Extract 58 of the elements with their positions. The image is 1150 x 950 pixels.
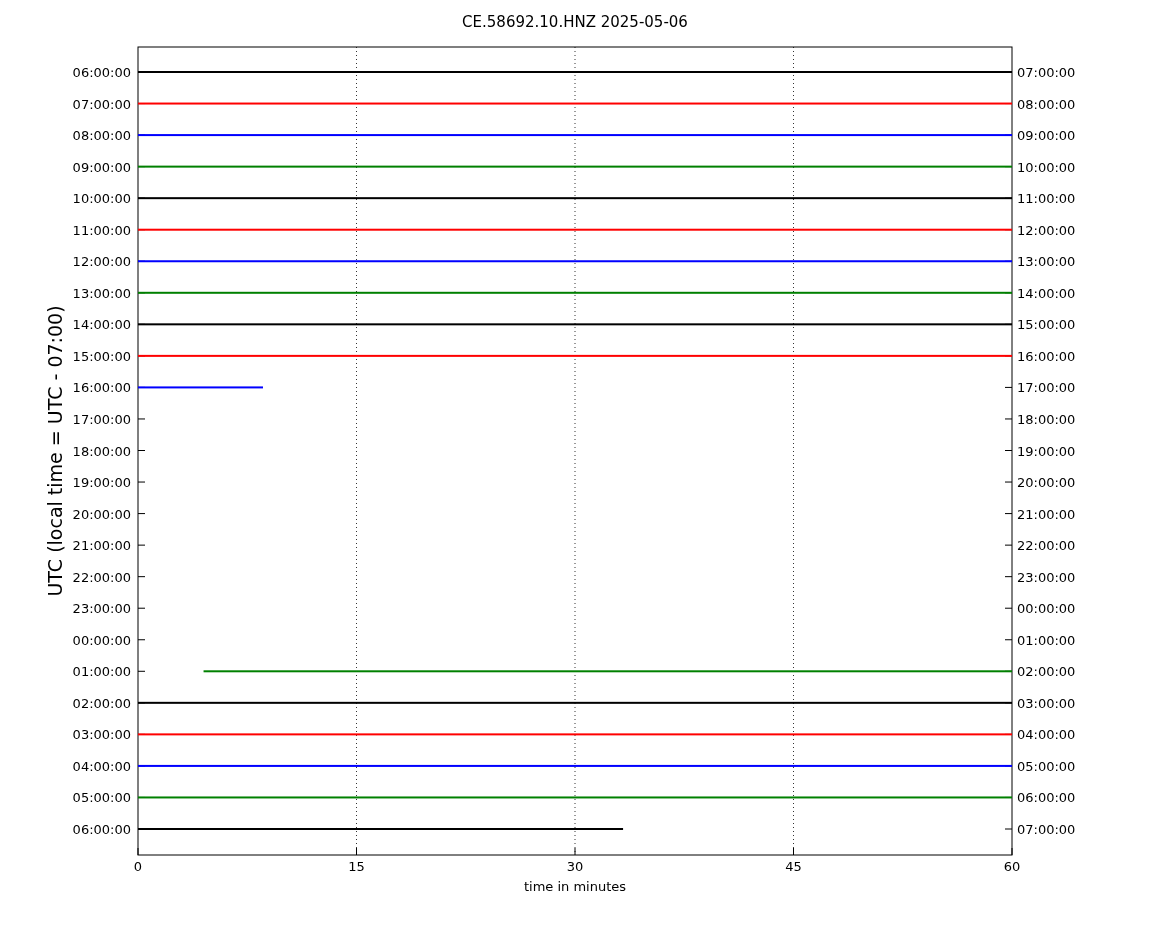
y-tick-label: 03:00:00 [72, 727, 131, 743]
y-tick-label: 19:00:00 [72, 475, 131, 491]
y-tick-label: 14:00:00 [72, 317, 131, 333]
y-tick-label: 12:00:00 [72, 254, 131, 270]
y-tick-label: 06:00:00 [1017, 790, 1076, 806]
chart-title: CE.58692.10.HNZ 2025-05-06 [462, 13, 688, 31]
y-tick-label: 04:00:00 [72, 758, 131, 774]
y-tick-label: 16:00:00 [1017, 348, 1076, 364]
y-tick-label: 05:00:00 [1017, 758, 1076, 774]
y-tick-label: 06:00:00 [72, 822, 131, 837]
y-tick-label: 01:00:00 [72, 664, 131, 680]
y-tick-label: 00:00:00 [72, 632, 131, 648]
y-tick-label: 02:00:00 [1017, 664, 1076, 680]
y-tick-label: 14:00:00 [1017, 285, 1076, 301]
y-tick-label: 09:00:00 [72, 159, 131, 175]
x-axis-label: time in minutes [523, 879, 627, 894]
y-tick-label: 20:00:00 [72, 506, 131, 522]
y-tick-label: 13:00:00 [72, 285, 131, 301]
y-tick-label: 11:00:00 [1017, 191, 1076, 207]
y-tick-label: 19:00:00 [1017, 443, 1076, 459]
y-tick-label: 23:00:00 [72, 601, 131, 617]
y-tick-label: 05:00:00 [72, 790, 131, 806]
y-tick-label: 16:00:00 [72, 380, 131, 396]
y-tick-label: 07:00:00 [1017, 822, 1076, 837]
y-tick-label: 06:00:00 [72, 65, 131, 80]
y-axis-label: UTC (local time = UTC - 07:00) [44, 305, 66, 597]
y-tick-label: 15:00:00 [72, 348, 131, 364]
x-tick-label: 0 [133, 859, 143, 874]
y-tick-label: 21:00:00 [1017, 506, 1076, 522]
x-tick-label: 45 [785, 859, 802, 874]
y-tick-label: 17:00:00 [72, 411, 131, 427]
y-tick-label: 10:00:00 [1017, 159, 1076, 175]
y-tick-label: 23:00:00 [1017, 569, 1076, 585]
y-tick-label: 00:00:00 [1017, 601, 1076, 617]
y-tick-label: 17:00:00 [1017, 380, 1076, 396]
y-tick-label: 20:00:00 [1017, 475, 1076, 491]
y-tick-label: 21:00:00 [72, 538, 131, 554]
y-tick-label: 08:00:00 [1017, 96, 1076, 112]
y-tick-label: 01:00:00 [1017, 632, 1076, 648]
y-tick-label: 12:00:00 [1017, 222, 1076, 238]
y-tick-label: 18:00:00 [1017, 411, 1076, 427]
x-tick-label: 30 [566, 859, 584, 874]
y-tick-label: 07:00:00 [1017, 65, 1076, 80]
y-tick-label: 09:00:00 [1017, 128, 1076, 144]
y-tick-label: 10:00:00 [72, 191, 131, 207]
y-tick-label: 22:00:00 [72, 569, 131, 585]
y-tick-label: 15:00:00 [1017, 317, 1076, 333]
y-tick-label: 04:00:00 [1017, 727, 1076, 743]
y-tick-label: 11:00:00 [72, 222, 131, 238]
y-tick-label: 07:00:00 [72, 96, 131, 112]
x-tick-label: 60 [1003, 859, 1021, 874]
x-tick-label: 15 [348, 859, 365, 874]
y-tick-label: 13:00:00 [1017, 254, 1076, 270]
y-tick-label: 22:00:00 [1017, 538, 1076, 554]
y-tick-label: 08:00:00 [72, 128, 131, 144]
y-tick-label: 18:00:00 [72, 443, 131, 459]
y-tick-label: 03:00:00 [1017, 695, 1076, 711]
y-tick-label: 02:00:00 [72, 695, 131, 711]
